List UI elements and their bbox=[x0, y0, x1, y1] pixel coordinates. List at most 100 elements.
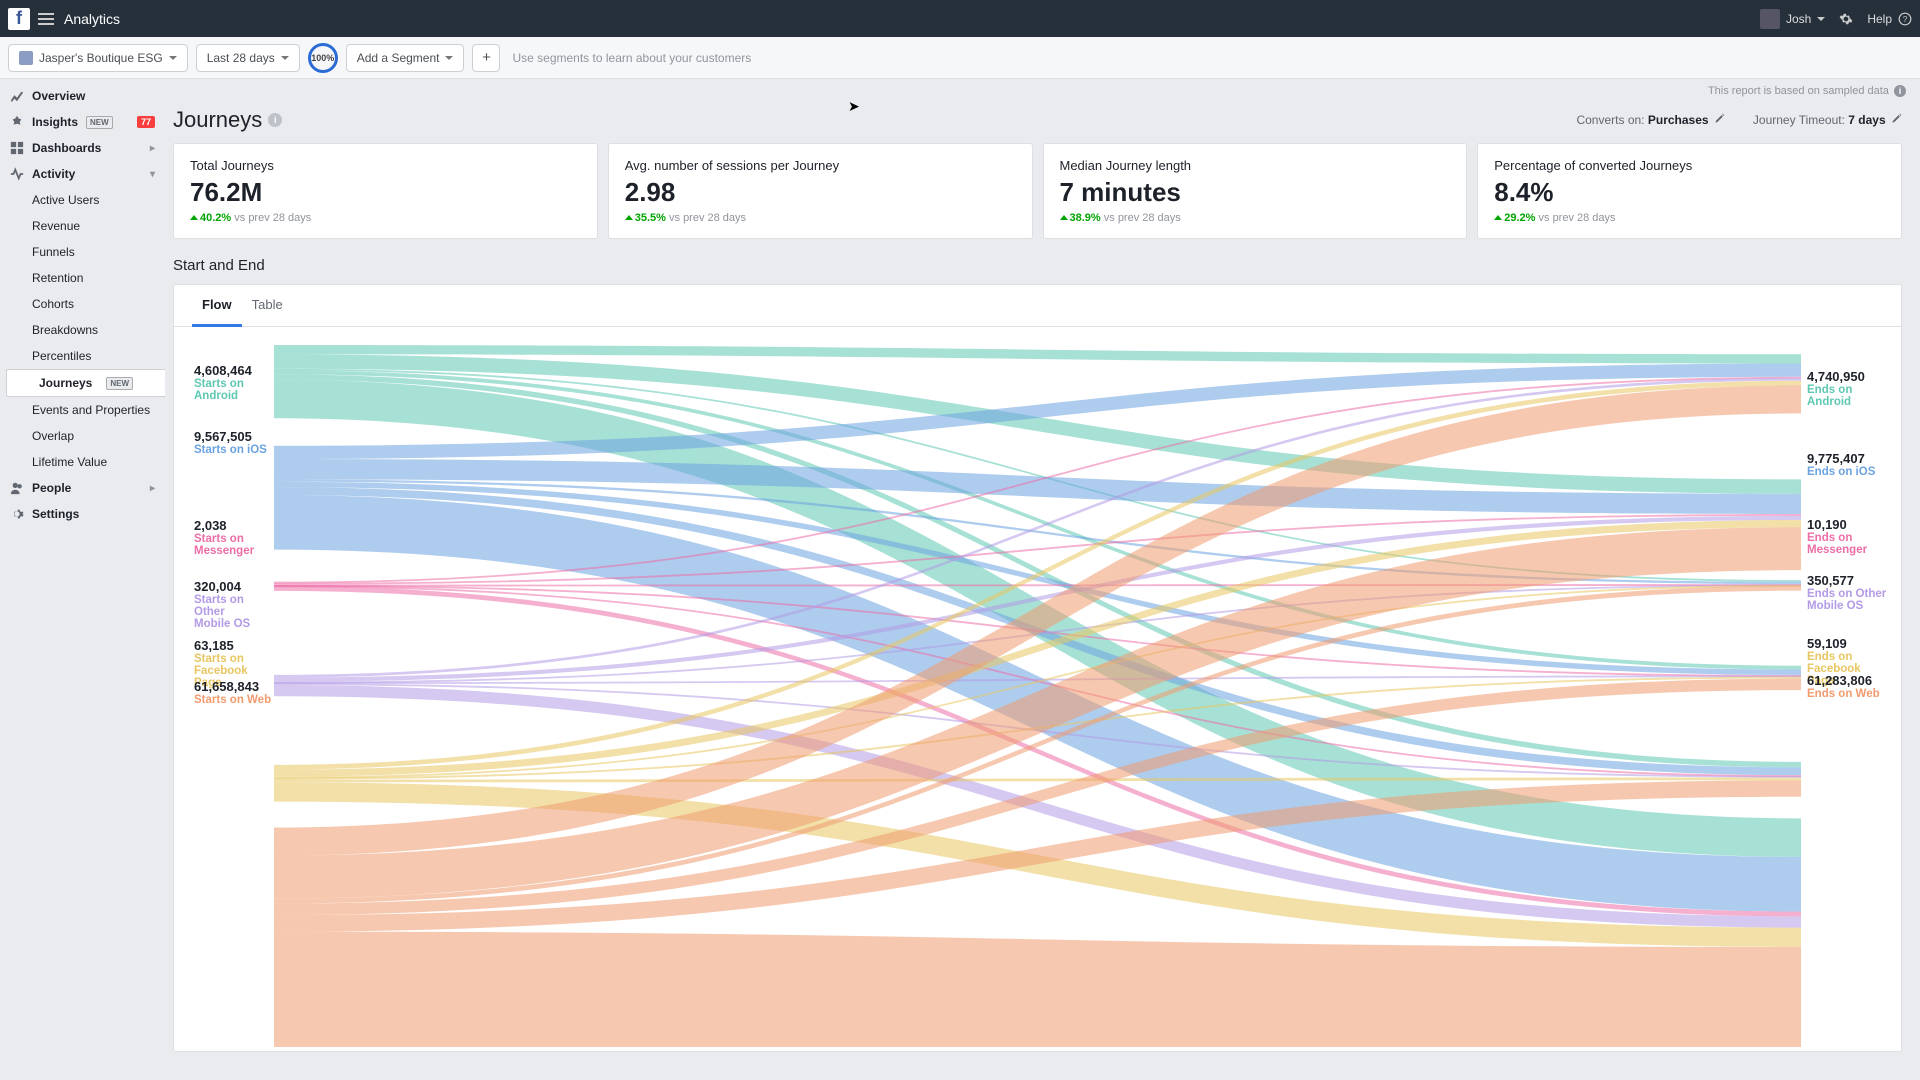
sidebar-item-label: People bbox=[32, 481, 71, 495]
sidebar-item-people[interactable]: People ▸ bbox=[0, 475, 165, 501]
sidebar-item-breakdowns[interactable]: Breakdowns bbox=[0, 317, 165, 343]
summary-card[interactable]: Avg. number of sessions per Journey 2.98… bbox=[608, 143, 1033, 239]
sidebar-item-funnels[interactable]: Funnels bbox=[0, 239, 165, 265]
sidebar-item-insights[interactable]: Insights NEW 77 bbox=[0, 109, 165, 135]
converts-on[interactable]: Converts on: Purchases bbox=[1576, 113, 1724, 127]
add-filter-button[interactable]: + bbox=[472, 44, 500, 72]
chevron-right-icon: ▸ bbox=[150, 143, 155, 154]
sample-percent-indicator[interactable]: 100% bbox=[308, 43, 338, 73]
caret-down-icon bbox=[1817, 17, 1825, 21]
card-value: 7 minutes bbox=[1060, 177, 1451, 208]
sidebar-item-label: Settings bbox=[32, 507, 79, 521]
card-value: 2.98 bbox=[625, 177, 1016, 208]
caret-down-icon bbox=[169, 56, 177, 60]
date-range-label: Last 28 days bbox=[207, 51, 275, 65]
settings-gear-button[interactable] bbox=[1839, 12, 1853, 26]
flow-panel: Flow Table 4,608,464 Starts onAndroid 9,5… bbox=[173, 284, 1902, 1052]
card-delta: 29.2% vs prev 28 days bbox=[1494, 212, 1885, 224]
node-label: Starts on iOS bbox=[194, 444, 267, 456]
user-name: Josh bbox=[1786, 12, 1811, 26]
sidebar-item-label: Activity bbox=[32, 167, 75, 181]
sankey-target-node[interactable]: 4,740,950 Ends onAndroid bbox=[1807, 369, 1865, 408]
sidebar-item-label: Insights bbox=[32, 115, 78, 129]
sankey-source-node[interactable]: 9,567,505 Starts on iOS bbox=[194, 429, 267, 456]
info-icon[interactable]: i bbox=[268, 113, 282, 127]
card-value: 76.2M bbox=[190, 177, 581, 208]
node-count: 9,567,505 bbox=[194, 429, 267, 444]
sidebar: Overview Insights NEW 77 Dashboards ▸ Ac… bbox=[0, 79, 165, 1052]
sidebar-item-overlap[interactable]: Overlap bbox=[0, 423, 165, 449]
sidebar-item-percentiles[interactable]: Percentiles bbox=[0, 343, 165, 369]
user-menu[interactable]: Josh bbox=[1760, 9, 1825, 29]
card-delta: 40.2% vs prev 28 days bbox=[190, 212, 581, 224]
card-value: 8.4% bbox=[1494, 177, 1885, 208]
card-delta: 35.5% vs prev 28 days bbox=[625, 212, 1016, 224]
sankey-source-node[interactable]: 2,038 Starts onMessenger bbox=[194, 518, 254, 557]
summary-card[interactable]: Percentage of converted Journeys 8.4% 29… bbox=[1477, 143, 1902, 239]
journey-timeout[interactable]: Journey Timeout: 7 days bbox=[1753, 113, 1902, 127]
date-range-selector[interactable]: Last 28 days bbox=[196, 44, 300, 72]
filter-bar: Jasper's Boutique ESG Last 28 days 100% … bbox=[0, 37, 1920, 79]
new-badge: NEW bbox=[86, 116, 113, 129]
tab-flow[interactable]: Flow bbox=[192, 285, 242, 327]
sampled-notice: This report is based on sampled data i bbox=[165, 79, 1910, 101]
sidebar-item-label: Funnels bbox=[32, 245, 75, 259]
sankey-source-node[interactable]: 320,004 Starts on OtherMobile OS bbox=[194, 579, 274, 630]
node-label: Starts onMessenger bbox=[194, 533, 254, 557]
caret-down-icon bbox=[281, 56, 289, 60]
chart-line-icon bbox=[10, 89, 24, 103]
help-button[interactable]: Help ? bbox=[1867, 12, 1912, 26]
card-label: Percentage of converted Journeys bbox=[1494, 158, 1885, 173]
tab-table[interactable]: Table bbox=[242, 285, 293, 326]
app-selector[interactable]: Jasper's Boutique ESG bbox=[8, 44, 188, 72]
sidebar-item-label: Overlap bbox=[32, 429, 74, 443]
node-count: 63,185 bbox=[194, 638, 274, 653]
sidebar-item-revenue[interactable]: Revenue bbox=[0, 213, 165, 239]
sidebar-item-label: Retention bbox=[32, 271, 83, 285]
count-badge: 77 bbox=[137, 116, 155, 128]
node-label: Starts on OtherMobile OS bbox=[194, 594, 274, 630]
sankey-source-node[interactable]: 4,608,464 Starts onAndroid bbox=[194, 363, 252, 402]
sidebar-item-active-users[interactable]: Active Users bbox=[0, 187, 165, 213]
grid-icon bbox=[10, 141, 24, 155]
facebook-logo-icon[interactable]: f bbox=[8, 8, 30, 30]
summary-card[interactable]: Total Journeys 76.2M 40.2% vs prev 28 da… bbox=[173, 143, 598, 239]
sidebar-item-overview[interactable]: Overview bbox=[0, 83, 165, 109]
sidebar-item-label: Overview bbox=[32, 89, 85, 103]
sankey-target-node[interactable]: 10,190 Ends onMessenger bbox=[1807, 517, 1867, 556]
sidebar-item-activity[interactable]: Activity ▾ bbox=[0, 161, 165, 187]
hamburger-menu-icon[interactable] bbox=[38, 13, 54, 25]
pencil-icon bbox=[1891, 113, 1902, 124]
node-count: 59,109 bbox=[1807, 636, 1891, 651]
timeout-label: Journey Timeout: bbox=[1753, 113, 1845, 127]
info-icon[interactable]: i bbox=[1894, 85, 1906, 97]
sampled-text: This report is based on sampled data bbox=[1708, 85, 1889, 97]
lightbulb-icon bbox=[10, 115, 24, 129]
sidebar-item-label: Breakdowns bbox=[32, 323, 98, 337]
sidebar-item-label: Events and Properties bbox=[32, 403, 150, 417]
node-count: 4,608,464 bbox=[194, 363, 252, 378]
sidebar-item-lifetime-value[interactable]: Lifetime Value bbox=[0, 449, 165, 475]
help-icon: ? bbox=[1898, 12, 1912, 26]
summary-card[interactable]: Median Journey length 7 minutes 38.9% vs… bbox=[1043, 143, 1468, 239]
sidebar-item-settings[interactable]: Settings bbox=[0, 501, 165, 527]
node-label: Starts onAndroid bbox=[194, 378, 252, 402]
node-count: 10,190 bbox=[1807, 517, 1867, 532]
sankey-target-node[interactable]: 61,283,806 Ends on Web bbox=[1807, 673, 1880, 700]
sidebar-item-cohorts[interactable]: Cohorts bbox=[0, 291, 165, 317]
sankey-svg bbox=[274, 345, 1801, 1047]
add-segment-button[interactable]: Add a Segment bbox=[346, 44, 465, 72]
sidebar-item-events[interactable]: Events and Properties bbox=[0, 397, 165, 423]
sankey-source-node[interactable]: 61,658,843 Starts on Web bbox=[194, 679, 271, 706]
sankey-target-node[interactable]: 350,577 Ends on OtherMobile OS bbox=[1807, 573, 1886, 612]
page-title: Journeys i bbox=[173, 107, 1576, 133]
sidebar-item-retention[interactable]: Retention bbox=[0, 265, 165, 291]
node-label: Ends onAndroid bbox=[1807, 384, 1865, 408]
sidebar-item-dashboards[interactable]: Dashboards ▸ bbox=[0, 135, 165, 161]
sidebar-item-journeys[interactable]: Journeys NEW bbox=[6, 369, 165, 397]
card-label: Avg. number of sessions per Journey bbox=[625, 158, 1016, 173]
node-count: 61,283,806 bbox=[1807, 673, 1880, 688]
card-delta: 38.9% vs prev 28 days bbox=[1060, 212, 1451, 224]
sankey-target-node[interactable]: 9,775,407 Ends on iOS bbox=[1807, 451, 1875, 478]
app-title: Analytics bbox=[64, 11, 120, 27]
